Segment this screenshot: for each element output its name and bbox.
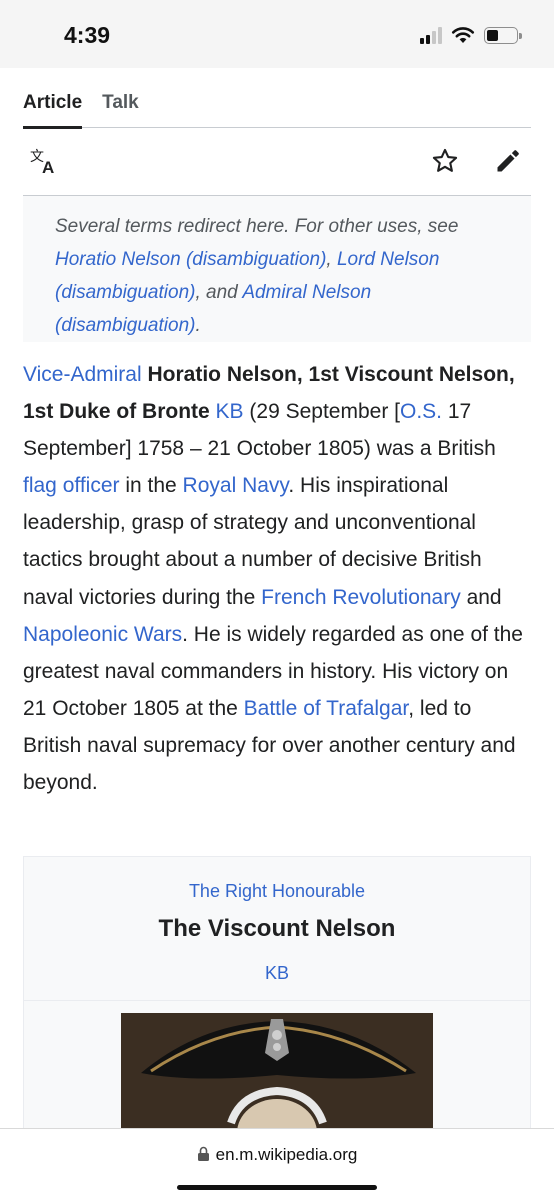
infobox-post-nominal[interactable]: KB (24, 963, 530, 984)
lock-icon (197, 1146, 209, 1161)
link-napoleonic-wars[interactable]: Napoleonic Wars (23, 623, 182, 646)
infobox-title: The Viscount Nelson (158, 915, 396, 942)
status-bar: 4:39 (0, 0, 554, 68)
page-toolbar: 文 A (23, 128, 531, 196)
lead-text: (29 September [ (243, 400, 400, 424)
browser-url-bar[interactable]: en.m.wikipedia.org (0, 1128, 554, 1200)
link-kb[interactable]: KB (216, 400, 244, 423)
signal-icon (420, 26, 442, 44)
link-french-revolutionary[interactable]: French Revolutionary (261, 586, 461, 609)
hatnote-separator: , and (195, 282, 243, 303)
svg-text:A: A (42, 158, 54, 176)
wifi-icon (451, 27, 475, 43)
edit-icon[interactable] (493, 146, 523, 176)
status-time: 4:39 (64, 22, 111, 48)
infobox: The Right Honourable The Viscount Nelson… (23, 856, 531, 1157)
infobox-honorific[interactable]: The Right Honourable (24, 881, 530, 902)
tab-article[interactable]: Article (23, 68, 83, 129)
battery-level (487, 29, 499, 41)
url-display[interactable]: en.m.wikipedia.org (0, 1145, 554, 1165)
page-tabs: Article Talk (23, 68, 531, 129)
url-text: en.m.wikipedia.org (215, 1145, 358, 1164)
language-icon[interactable]: 文 A (29, 146, 59, 176)
lead-text: in the (119, 474, 183, 498)
status-icons (420, 26, 522, 44)
lead-text: and (460, 585, 502, 609)
hatnote: Several terms redirect here. For other u… (23, 196, 531, 342)
battery-icon (484, 26, 522, 44)
link-vice-admiral[interactable]: Vice-Admiral (23, 363, 142, 386)
infobox-header: The Right Honourable The Viscount Nelson… (24, 857, 530, 1001)
link-royal-navy[interactable]: Royal Navy (183, 474, 289, 497)
star-icon[interactable] (430, 146, 460, 176)
hatnote-link-horatio-nelson[interactable]: Horatio Nelson (disambiguation) (55, 249, 326, 270)
hatnote-text: Several terms redirect here. For other u… (55, 216, 459, 237)
link-battle-of-trafalgar[interactable]: Battle of Trafalgar (244, 697, 409, 720)
link-old-style[interactable]: O.S. (400, 400, 442, 423)
hatnote-separator: , (326, 249, 337, 270)
link-flag-officer[interactable]: flag officer (23, 474, 120, 497)
lead-paragraph: Vice-Admiral Horatio Nelson, 1st Viscoun… (23, 356, 533, 801)
tab-talk[interactable]: Talk (102, 68, 139, 128)
hatnote-end: . (195, 315, 201, 336)
home-indicator[interactable] (177, 1185, 377, 1190)
